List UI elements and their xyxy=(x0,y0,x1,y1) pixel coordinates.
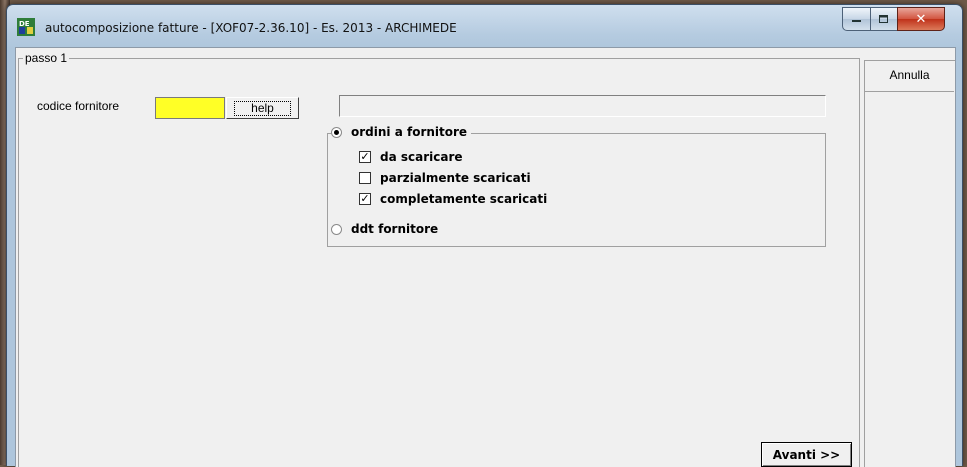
minimize-icon xyxy=(851,20,861,22)
supplier-description-field[interactable] xyxy=(339,95,826,117)
radio-ordini-fornitore[interactable]: ordini a fornitore xyxy=(331,125,472,139)
cancel-button[interactable]: Annulla xyxy=(865,61,954,92)
checkbox-parzialmente-scaricati[interactable]: parzialmente scaricati xyxy=(359,171,531,185)
radio-selected-icon xyxy=(331,126,342,138)
radio-ddt-label: ddt fornitore xyxy=(351,222,439,236)
step-groupbox: passo 1 codice fornitore help ordini a f… xyxy=(18,51,860,467)
checkbox-label: parzialmente scaricati xyxy=(380,171,531,185)
checkbox-completamente-scaricati[interactable]: ✓ completamente scaricati xyxy=(359,192,547,206)
checkbox-unchecked-icon xyxy=(359,172,371,184)
source-type-groupbox: ordini a fornitore ✓ da scaricare parzia… xyxy=(327,125,826,247)
app-window: DE autocomposizione fatture - [XOF07-2.3… xyxy=(6,4,963,467)
minimize-button[interactable] xyxy=(842,7,871,31)
step-label: passo 1 xyxy=(23,51,70,65)
checkbox-checked-icon: ✓ xyxy=(359,150,371,163)
app-icon: DE xyxy=(17,18,35,36)
radio-ddt-fornitore[interactable]: ddt fornitore xyxy=(331,222,438,236)
help-button-label: help xyxy=(234,100,291,116)
help-button[interactable]: help xyxy=(226,97,299,119)
action-panel: Annulla xyxy=(864,60,955,467)
title-bar[interactable]: DE autocomposizione fatture - [XOF07-2.3… xyxy=(7,5,962,47)
checkbox-da-scaricare[interactable]: ✓ da scaricare xyxy=(359,150,463,164)
maximize-button[interactable] xyxy=(870,7,898,31)
supplier-code-label: codice fornitore xyxy=(37,99,120,113)
radio-unselected-icon xyxy=(331,223,342,235)
close-icon: ✕ xyxy=(915,11,927,27)
checkbox-label: completamente scaricati xyxy=(380,192,548,206)
svg-text:DE: DE xyxy=(19,20,30,28)
client-area: passo 1 codice fornitore help ordini a f… xyxy=(15,47,956,467)
checkbox-label: da scaricare xyxy=(380,150,463,164)
radio-ordini-label: ordini a fornitore xyxy=(351,125,468,139)
checkbox-checked-icon: ✓ xyxy=(359,192,371,205)
close-button[interactable]: ✕ xyxy=(897,7,945,31)
supplier-code-input[interactable] xyxy=(155,97,225,119)
next-button[interactable]: Avanti >> xyxy=(761,442,852,467)
window-title: autocomposizione fatture - [XOF07-2.36.1… xyxy=(45,21,457,35)
maximize-icon xyxy=(879,14,888,23)
